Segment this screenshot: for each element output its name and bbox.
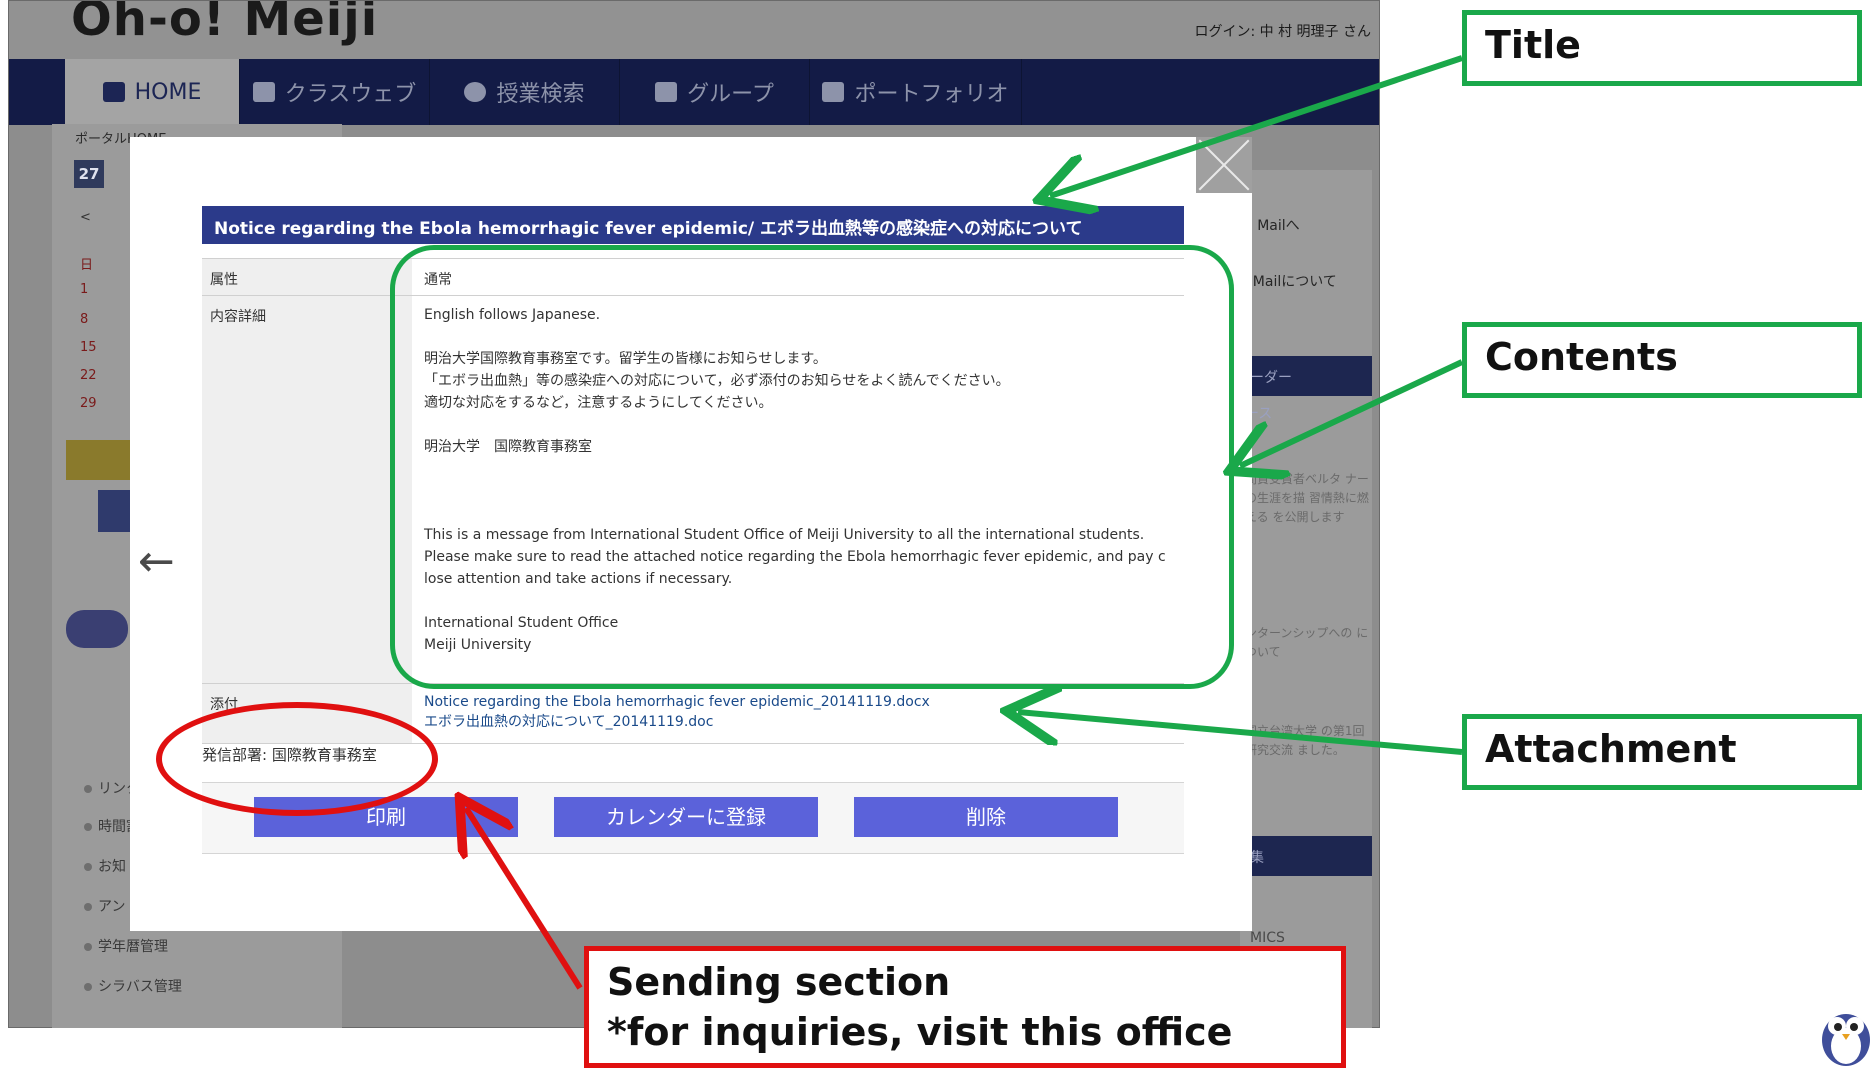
right-column: [1240, 170, 1372, 1028]
nav-portfolio-label: ポートフォリオ: [854, 82, 1009, 107]
callout-attachment: Attachment: [1462, 714, 1862, 790]
notice-title: Notice regarding the Ebola hemorrhagic f…: [202, 206, 1184, 244]
calendar-date: 1: [80, 282, 89, 297]
callout-contents: Contents: [1462, 322, 1862, 398]
attachment-link-doc[interactable]: エボラ出血熱の対応について_20141119.doc: [424, 712, 1182, 732]
header-bar: Oh-o! Meiji ログイン: 中 村 明理子 さん: [9, 1, 1379, 59]
search-icon: [464, 82, 487, 102]
graduation-cap-icon: [252, 82, 275, 102]
calendar-date: 29: [80, 396, 97, 411]
menu-item[interactable]: アン: [84, 896, 125, 916]
callout-sending-line2: *for inquiries, visit this office: [607, 1010, 1233, 1054]
menu-item[interactable]: 学年暦管理: [84, 936, 168, 956]
nav-home[interactable]: HOME: [65, 59, 240, 125]
close-button[interactable]: [1196, 137, 1252, 193]
nav-course-search-label: 授業検索: [496, 82, 585, 107]
nav-classweb-label: クラスウェブ: [284, 82, 417, 107]
callout-sending-line1: Sending section: [607, 960, 951, 1004]
attachment-list: Notice regarding the Ebola hemorrhagic f…: [422, 684, 1184, 742]
right-news-item[interactable]: 間賞受賞者ベルタ ナーの生涯を描 習情熱に燃える を公開します: [1245, 470, 1373, 527]
menu-item[interactable]: お知: [84, 856, 126, 876]
callout-title: Title: [1462, 10, 1862, 86]
nav-portfolio[interactable]: ポートフォリオ: [810, 59, 1022, 125]
main-nav: HOME クラスウェブ 授業検索 グループ ポートフォリオ: [9, 59, 1379, 125]
right-section-bar-2: 集: [1240, 836, 1372, 876]
callout-sending-section: Sending section *for inquiries, visit th…: [584, 946, 1346, 1068]
delete-button[interactable]: 削除: [854, 797, 1118, 837]
nav-course-search[interactable]: 授業検索: [430, 59, 620, 125]
attachment-link-docx[interactable]: Notice regarding the Ebola hemorrhagic f…: [424, 692, 1182, 712]
calendar-date: 8: [80, 312, 89, 327]
calendar-prev[interactable]: <: [80, 210, 91, 225]
right-link-about-mail[interactable]: jiMailについて: [1245, 272, 1337, 292]
folder-icon: [822, 82, 845, 102]
calendar-header-sun: 日: [80, 258, 94, 273]
qa-icon[interactable]: [66, 610, 128, 648]
users-icon: [655, 82, 678, 102]
login-status: ログイン: 中 村 明理子 さん: [1194, 24, 1371, 40]
right-news-item[interactable]: ンターンシップへの について: [1245, 624, 1373, 662]
portal-logo: Oh-o! Meiji: [71, 0, 379, 47]
nav-group[interactable]: グループ: [620, 59, 810, 125]
detail-label: 内容詳細: [202, 296, 412, 683]
owl-mascot-icon: [1822, 1014, 1870, 1066]
contents-highlight-box: [390, 245, 1234, 689]
home-icon: [102, 82, 125, 102]
menu-item[interactable]: シラバス管理: [84, 976, 182, 996]
sender-highlight-ellipse: [156, 702, 438, 816]
right-link-mail[interactable]: ji Mailへ: [1245, 216, 1300, 236]
calendar-day-badge: 27: [74, 160, 104, 188]
prev-arrow-icon[interactable]: ←: [138, 540, 175, 584]
calendar-date: 15: [80, 340, 97, 355]
nav-home-label: HOME: [134, 79, 202, 105]
calendar-date: 22: [80, 368, 97, 383]
nav-group-label: グループ: [687, 82, 774, 107]
add-to-calendar-button[interactable]: カレンダーに登録: [554, 797, 818, 837]
nav-classweb[interactable]: クラスウェブ: [240, 59, 430, 125]
right-bottom-link[interactable]: MICS: [1250, 930, 1285, 946]
attribute-label: 属性: [202, 259, 412, 295]
right-news-item[interactable]: 国立台湾大学 の第1回研究交流 ました。: [1245, 722, 1373, 760]
right-section-bar: ーダー: [1240, 356, 1372, 396]
